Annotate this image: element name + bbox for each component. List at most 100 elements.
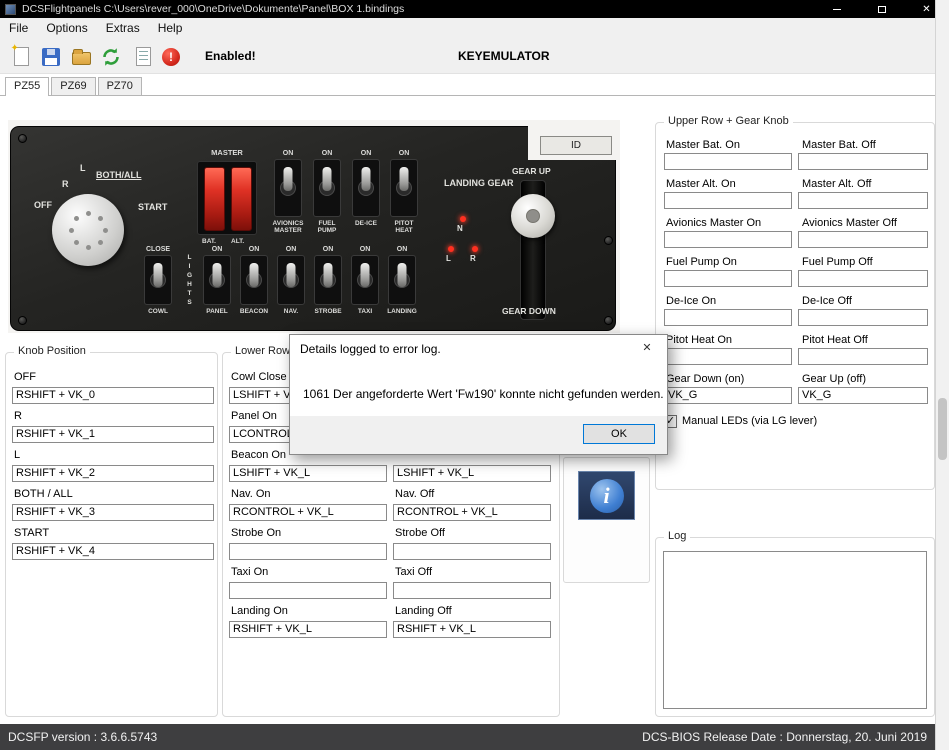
rotary-label-l: L	[80, 163, 86, 173]
menu-options[interactable]: Options	[37, 18, 96, 38]
app-icon	[5, 3, 16, 15]
group-title: Upper Row + Gear Knob	[664, 115, 793, 127]
binding-field[interactable]	[664, 192, 792, 209]
error-log-icon: !	[162, 47, 180, 66]
gear-r-label: R	[470, 254, 476, 263]
rotary-label-both-all: BOTH/ALL	[96, 170, 142, 180]
ok-button[interactable]: OK	[583, 424, 655, 444]
menu-file[interactable]: File	[0, 18, 37, 38]
pitot-heat-switch: ON PITOT HEAT	[386, 150, 422, 234]
binding-label: START	[14, 527, 50, 539]
tab-pz55[interactable]: PZ55	[5, 77, 50, 96]
binding-field[interactable]: RSHIFT + VK_4	[12, 543, 214, 560]
binding-field[interactable]	[664, 231, 792, 248]
new-profile-button[interactable]: ✦	[10, 44, 32, 67]
binding-field[interactable]	[798, 348, 928, 365]
binding-label: Avionics Master On	[666, 217, 762, 229]
binding-field[interactable]: RCONTROL + VK_L	[229, 504, 387, 521]
landing-light-switch: ON LANDING	[387, 246, 417, 315]
gear-l-label: L	[446, 254, 451, 263]
vertical-scrollbar[interactable]	[935, 0, 949, 750]
taxi-switch: ON TAXI	[347, 246, 383, 315]
binding-label: BOTH / ALL	[14, 488, 73, 500]
gear-lever-wheel	[511, 194, 555, 238]
master-switch-block: MASTER BAT. ALT.	[194, 148, 260, 245]
enabled-status-label: Enabled!	[205, 49, 256, 63]
binding-field[interactable]: RSHIFT + VK_1	[12, 426, 214, 443]
dcs-bios-release-label: DCS-BIOS Release Date : Donnerstag, 20. …	[642, 730, 927, 744]
scrollbar-thumb[interactable]	[938, 398, 947, 460]
window-title: DCSFlightpanels C:\Users\rever_000\OneDr…	[22, 3, 405, 15]
binding-field[interactable]	[798, 192, 928, 209]
master-label: MASTER	[211, 148, 243, 157]
minimize-button[interactable]	[814, 0, 859, 18]
info-panel: i	[563, 457, 650, 583]
binding-field[interactable]	[664, 309, 792, 326]
binding-label: Panel On	[231, 410, 277, 422]
binding-field[interactable]	[798, 153, 928, 170]
binding-field[interactable]: VK_G	[798, 387, 928, 404]
cowl-switch: CLOSE COWL	[144, 246, 172, 315]
binding-field[interactable]: VK_G	[664, 387, 792, 404]
error-dialog: Details logged to error log. ✕ 1061 Der …	[289, 334, 668, 455]
binding-field[interactable]	[798, 231, 928, 248]
error-log-button[interactable]: !	[160, 46, 182, 67]
binding-field[interactable]: RSHIFT + VK_L	[393, 621, 551, 638]
binding-field[interactable]: RSHIFT + VK_0	[12, 387, 214, 404]
bat-rocker-switch	[204, 167, 225, 231]
menu-extras[interactable]: Extras	[97, 18, 149, 38]
binding-field[interactable]	[393, 543, 551, 560]
binding-field[interactable]: RCONTROL + VK_L	[393, 504, 551, 521]
binding-label: R	[14, 410, 22, 422]
group-title: Lower Row	[231, 345, 295, 357]
bat-label: BAT.	[202, 238, 216, 245]
tab-pz69[interactable]: PZ69	[51, 77, 96, 95]
binding-label: L	[14, 449, 21, 461]
binding-field[interactable]	[229, 543, 387, 560]
screw-icon	[18, 134, 27, 143]
status-bar: DCSFP version : 3.6.6.5743 DCS-BIOS Rele…	[0, 724, 935, 750]
binding-field[interactable]: LSHIFT + VK_L	[393, 465, 551, 482]
master-plate	[197, 161, 257, 235]
menu-help[interactable]: Help	[149, 18, 192, 38]
identify-panel-button[interactable]: ID	[540, 136, 612, 155]
binding-label: Nav. Off	[395, 488, 435, 500]
refresh-button[interactable]	[100, 46, 122, 67]
binding-field[interactable]: RSHIFT + VK_L	[229, 621, 387, 638]
maximize-button[interactable]	[859, 0, 904, 18]
dialog-close-button[interactable]: ✕	[628, 335, 666, 361]
save-button[interactable]	[40, 46, 62, 67]
manual-leds-label: Manual LEDs (via LG lever)	[682, 415, 818, 427]
binding-label: Beacon On	[231, 449, 287, 461]
binding-field[interactable]	[798, 309, 928, 326]
binding-field[interactable]: RSHIFT + VK_3	[12, 504, 214, 521]
binding-label: Taxi Off	[395, 566, 433, 578]
binding-label: De-Ice On	[666, 295, 717, 307]
log-group: Log	[655, 530, 935, 717]
notes-button[interactable]	[132, 46, 154, 67]
binding-field[interactable]	[229, 582, 387, 599]
binding-field[interactable]	[393, 582, 551, 599]
binding-label: Master Bat. On	[666, 139, 740, 151]
binding-field[interactable]: LSHIFT + VK_L	[229, 465, 387, 482]
rotary-label-r: R	[62, 179, 69, 189]
rotary-knob	[52, 194, 124, 266]
binding-label: Gear Up (off)	[802, 373, 866, 385]
binding-label: Fuel Pump On	[666, 256, 737, 268]
app-window: DCSFlightpanels C:\Users\rever_000\OneDr…	[0, 0, 949, 750]
binding-field[interactable]	[664, 153, 792, 170]
new-profile-icon: ✦	[11, 44, 29, 66]
binding-field[interactable]	[664, 348, 792, 365]
open-file-button[interactable]	[70, 46, 92, 67]
binding-field[interactable]	[798, 270, 928, 287]
binding-label: Taxi On	[231, 566, 269, 578]
binding-field[interactable]	[664, 270, 792, 287]
info-button[interactable]: i	[578, 471, 635, 520]
screw-icon	[604, 236, 613, 245]
fuel-pump-switch: ON FUEL PUMP	[309, 150, 345, 234]
log-textarea[interactable]	[663, 551, 927, 709]
tab-pz70[interactable]: PZ70	[97, 77, 142, 95]
binding-field[interactable]: RSHIFT + VK_2	[12, 465, 214, 482]
lights-label: LIGHTS	[186, 254, 193, 308]
screw-icon	[18, 316, 27, 325]
